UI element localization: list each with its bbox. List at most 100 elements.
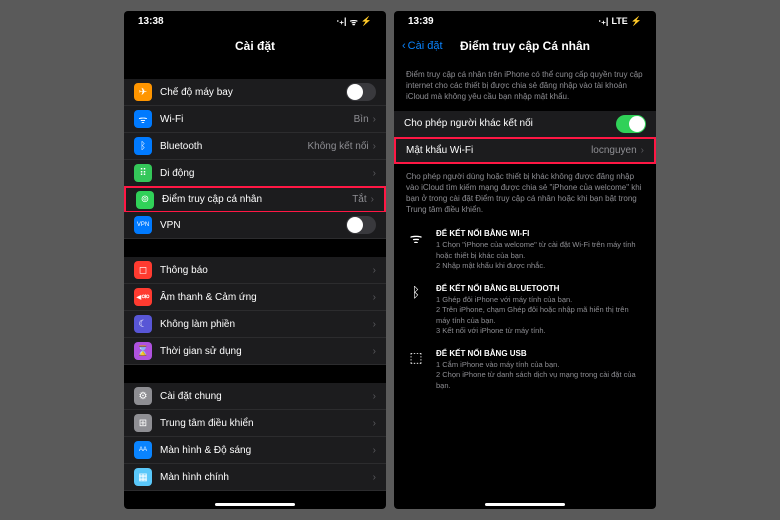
settings-screen: 13:38 ⋅₊| ᯤ ⚡ Cài đặt ✈ Chế độ máy bay ᯤ Wi… — [124, 11, 386, 509]
status-right: ⋅₊| LTE ⚡ — [598, 16, 642, 27]
row-icon: ⌛ — [134, 342, 152, 360]
settings-row[interactable]: ᯤ Wi-FiBìn › — [124, 106, 386, 133]
status-bar: 13:39 ⋅₊| LTE ⚡ — [394, 11, 656, 31]
settings-row[interactable]: ⠿ Di động› — [124, 160, 386, 187]
settings-row[interactable]: ◻ Thông báo› — [124, 257, 386, 284]
wifi-password-row[interactable]: Mật khẩu Wi-Fi locnguyen › — [394, 137, 656, 164]
wifi-icon: ᯤ — [406, 229, 426, 272]
chevron-right-icon: › — [373, 445, 376, 456]
chevron-right-icon: › — [373, 391, 376, 402]
row-icon: ✈ — [134, 83, 152, 101]
row-icon: ᛒ — [134, 137, 152, 155]
chevron-right-icon: › — [373, 141, 376, 152]
chevron-left-icon: ‹ — [402, 40, 406, 52]
row-icon: ◂⚮ — [134, 288, 152, 306]
row-label: Thông báo — [160, 265, 373, 276]
instruction-line: 1 Cắm iPhone vào máy tính của bạn. — [436, 360, 644, 371]
signal-icon: ⋅₊| — [598, 16, 608, 27]
row-icon: ⠿ — [134, 164, 152, 182]
settings-row[interactable]: AA Màn hình & Độ sáng› — [124, 437, 386, 464]
row-value: Bìn — [354, 114, 369, 125]
chevron-right-icon: › — [373, 292, 376, 303]
usb-instructions: ⬚ ĐỂ KẾT NỐI BẰNG USB 1 Cắm iPhone vào m… — [394, 343, 656, 398]
signal-icon: ⋅₊| — [336, 16, 346, 27]
chevron-right-icon: › — [641, 145, 644, 156]
settings-row[interactable]: ᛒ BluetoothKhông kết nối › — [124, 133, 386, 160]
row-label: Wi-Fi — [160, 114, 354, 125]
row-label: Màn hình & Độ sáng — [160, 445, 373, 456]
toggle[interactable] — [346, 83, 376, 101]
wifi-title: ĐỂ KẾT NỐI BẰNG WI-FI — [436, 229, 644, 238]
home-indicator[interactable] — [215, 503, 295, 506]
description: Điểm truy cập cá nhân trên iPhone có thể… — [394, 61, 656, 111]
row-icon: VPN — [134, 216, 152, 234]
row-label: Màn hình chính — [160, 472, 373, 483]
row-value: Không kết nối — [307, 141, 368, 152]
bluetooth-icon: ᛒ — [406, 284, 426, 337]
instruction-line: 2 Trên iPhone, chạm Ghép đôi hoặc nhập m… — [436, 305, 644, 326]
allow-toggle[interactable] — [616, 115, 646, 133]
settings-row[interactable]: ✈ Chế độ máy bay — [124, 79, 386, 106]
password-value: locnguyen — [591, 145, 637, 156]
chevron-right-icon: › — [373, 114, 376, 125]
battery-icon: ⚡ — [361, 16, 372, 27]
status-right: ⋅₊| ᯤ ⚡ — [336, 15, 372, 28]
page-title: Điểm truy cập Cá nhân — [460, 39, 590, 53]
hotspot-screen: 13:39 ⋅₊| LTE ⚡ ‹ Cài đặt Điểm truy cập … — [394, 11, 656, 509]
row-icon: ▦ — [134, 468, 152, 486]
row-icon: ᯤ — [134, 110, 152, 128]
instruction-line: 2 Chọn iPhone từ danh sách dịch vụ mạng … — [436, 370, 644, 391]
settings-row[interactable]: ◂⚮ Âm thanh & Cảm ứng› — [124, 284, 386, 311]
header: ‹ Cài đặt Điểm truy cập Cá nhân — [394, 31, 656, 61]
time: 13:38 — [138, 16, 164, 27]
header: Cài đặt — [124, 31, 386, 61]
row-label: Chế độ máy bay — [160, 87, 346, 98]
settings-row[interactable]: ⚙Cài đặt chung› — [124, 383, 386, 410]
row-icon: ⊚ — [136, 191, 154, 209]
allow-others-row[interactable]: Cho phép người khác kết nối — [394, 111, 656, 138]
chevron-right-icon: › — [373, 319, 376, 330]
password-label: Mật khẩu Wi-Fi — [406, 145, 591, 156]
chevron-right-icon: › — [373, 265, 376, 276]
usb-title: ĐỂ KẾT NỐI BẰNG USB — [436, 349, 644, 358]
status-bar: 13:38 ⋅₊| ᯤ ⚡ — [124, 11, 386, 31]
row-label: Điểm truy cập cá nhân — [162, 194, 352, 205]
settings-row[interactable]: VPN VPN — [124, 212, 386, 239]
row-icon: ◻ — [134, 261, 152, 279]
chevron-right-icon: › — [373, 346, 376, 357]
settings-row[interactable]: ☾ Không làm phiền› — [124, 311, 386, 338]
instruction-line: 1 Chọn "iPhone của welcome" từ cài đặt W… — [436, 240, 644, 261]
settings-row[interactable]: ⊚ Điểm truy cập cá nhânTắt › — [124, 186, 386, 213]
back-button[interactable]: ‹ Cài đặt — [402, 40, 443, 52]
row-label: Thời gian sử dụng — [160, 346, 373, 357]
row-label: Bluetooth — [160, 141, 307, 152]
row-label: Di động — [160, 168, 373, 179]
settings-row[interactable]: ⌛ Thời gian sử dụng› — [124, 338, 386, 365]
row-icon: AA — [134, 441, 152, 459]
instruction-line: 3 Kết nối với iPhone từ máy tính. — [436, 326, 644, 337]
row-label: Âm thanh & Cảm ứng — [160, 292, 373, 303]
bt-title: ĐỂ KẾT NỐI BẰNG BLUETOOTH — [436, 284, 644, 293]
chevron-right-icon: › — [373, 168, 376, 179]
settings-row[interactable]: ▦ Màn hình chính› — [124, 464, 386, 491]
usb-icon: ⬚ — [406, 349, 426, 392]
chevron-right-icon: › — [373, 472, 376, 483]
row-value: Tắt — [352, 194, 366, 205]
description-2: Cho phép người dùng hoặc thiết bị khác k… — [394, 163, 656, 224]
wifi-icon: ᯤ — [350, 15, 358, 28]
toggle[interactable] — [346, 216, 376, 234]
row-label: Không làm phiền — [160, 319, 373, 330]
row-label: VPN — [160, 220, 346, 231]
home-indicator[interactable] — [485, 503, 565, 506]
chevron-right-icon: › — [373, 418, 376, 429]
battery-icon: ⚡ — [631, 16, 642, 27]
lte-label: LTE — [611, 16, 627, 26]
settings-row[interactable]: ⊞Trung tâm điều khiển› — [124, 410, 386, 437]
instruction-line: 1 Ghép đôi iPhone với máy tính của bạn. — [436, 295, 644, 306]
row-icon: ☾ — [134, 315, 152, 333]
wifi-instructions: ᯤ ĐỂ KẾT NỐI BẰNG WI-FI 1 Chọn "iPhone c… — [394, 223, 656, 278]
allow-label: Cho phép người khác kết nối — [404, 118, 616, 129]
chevron-right-icon: › — [371, 194, 374, 205]
page-title: Cài đặt — [235, 39, 275, 53]
row-label: Cài đặt chung — [160, 391, 373, 402]
